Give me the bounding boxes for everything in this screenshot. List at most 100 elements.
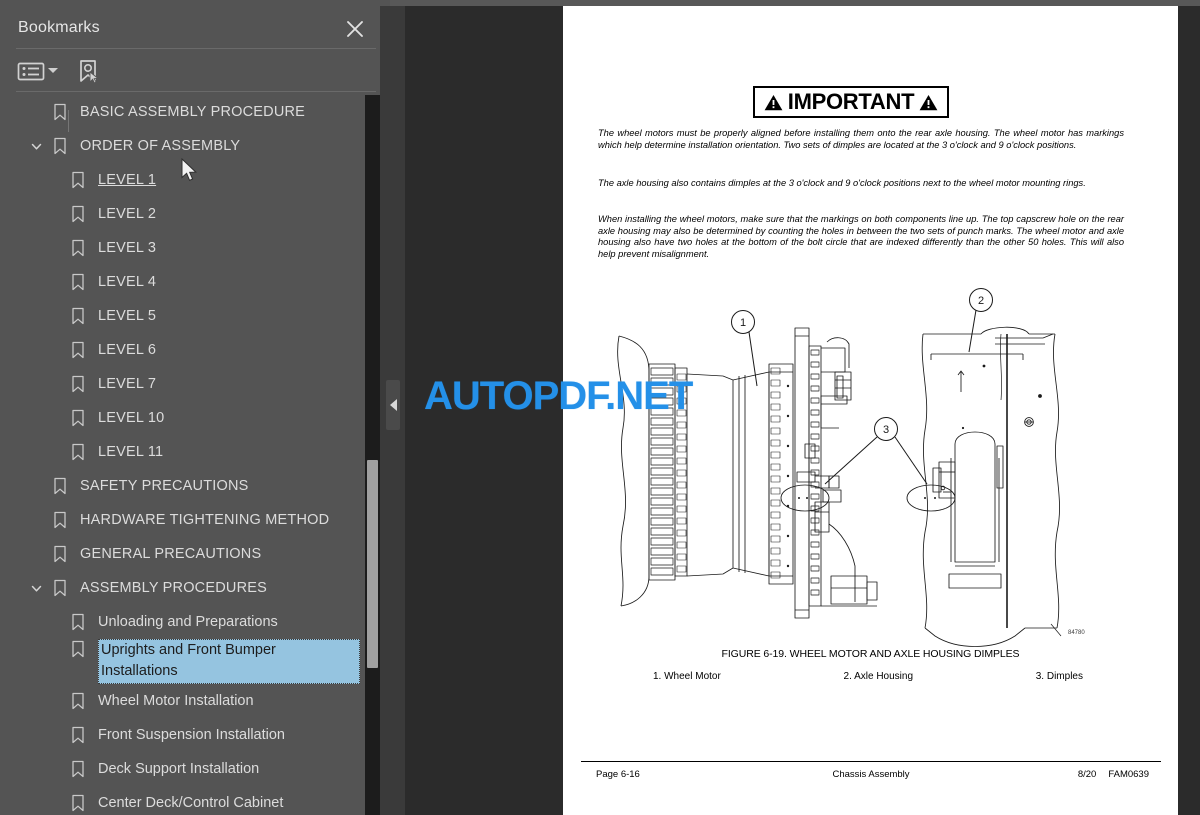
bookmark-label: Unloading and Preparations (98, 613, 278, 630)
bookmark-label: GENERAL PRECAUTIONS (80, 545, 262, 562)
bookmark-icon (72, 239, 84, 257)
bookmark-item[interactable]: SAFETY PRECAUTIONS (0, 469, 365, 503)
bookmark-icon (72, 726, 84, 744)
bookmark-item[interactable]: Unloading and Preparations (0, 605, 365, 639)
drawing-id: 84780 (1068, 630, 1085, 636)
bookmark-item[interactable]: ORDER OF ASSEMBLY (0, 129, 365, 163)
bookmark-item[interactable]: LEVEL 5 (0, 299, 365, 333)
bookmark-icon (72, 375, 84, 393)
bookmark-label: ORDER OF ASSEMBLY (80, 137, 241, 154)
bookmark-label: Deck Support Installation (98, 760, 260, 777)
footer-count: 8/20 (1077, 769, 1097, 780)
bookmark-icon (54, 477, 66, 495)
bookmarks-scrollbar-track[interactable] (365, 95, 380, 815)
bookmark-item[interactable]: LEVEL 1 (0, 163, 365, 197)
bookmark-label: LEVEL 2 (98, 205, 157, 222)
footer-divider (581, 761, 1161, 762)
bookmark-label: Wheel Motor Installation (98, 692, 254, 709)
panel-title: Bookmarks (18, 19, 100, 36)
bookmark-icon (72, 613, 84, 631)
warning-triangle-icon (919, 94, 938, 110)
bookmark-item[interactable]: GENERAL PRECAUTIONS (0, 537, 365, 571)
bookmark-icon (72, 171, 84, 189)
expand-chevron[interactable] (28, 138, 44, 154)
bookmark-item[interactable]: ASSEMBLY PROCEDURES (0, 571, 365, 605)
important-callout-box: IMPORTANT (753, 86, 949, 118)
bookmark-label: LEVEL 11 (98, 443, 164, 460)
bookmark-item[interactable]: Front Suspension Installation (0, 718, 365, 752)
bookmark-icon (54, 545, 66, 563)
bookmark-label: LEVEL 3 (98, 239, 157, 256)
close-icon[interactable] (344, 18, 366, 40)
bookmark-label: LEVEL 6 (98, 341, 157, 358)
svg-text:1: 1 (740, 317, 746, 329)
bookmark-label: Front Suspension Installation (98, 726, 285, 743)
chevron-down-icon[interactable] (30, 140, 43, 153)
bookmark-icon (54, 137, 66, 155)
bookmark-icon (72, 341, 84, 359)
bookmark-item[interactable]: LEVEL 7 (0, 367, 365, 401)
legend-item-1: 1. Wheel Motor (653, 671, 721, 682)
pdf-viewer-window: Bookmarks BASIC ASSEMBLY PROCEDURE ORDER… (0, 0, 1200, 815)
bookmark-label: SAFETY PRECAUTIONS (80, 477, 249, 494)
footer-right: 8/20 FAM0639 (1078, 769, 1149, 780)
body-paragraph-3: When installing the wheel motors, make s… (598, 214, 1124, 259)
bookmarks-scrollbar-thumb[interactable] (367, 460, 378, 668)
bookmark-icon (72, 205, 84, 223)
svg-text:2: 2 (978, 295, 984, 307)
body-paragraph-2: The axle housing also contains dimples a… (598, 178, 1086, 188)
bookmark-icon (72, 794, 84, 812)
bookmark-label: Uprights and Front Bumper Installations (98, 639, 360, 684)
bookmark-item[interactable]: LEVEL 4 (0, 265, 365, 299)
bookmark-label: LEVEL 5 (98, 307, 157, 324)
bookmark-icon (72, 273, 84, 291)
chevron-down-icon[interactable] (30, 582, 43, 595)
legend-item-3: 3. Dimples (1035, 671, 1083, 682)
bookmark-label: LEVEL 1 (98, 171, 157, 188)
footer-section: Chassis Assembly (832, 769, 910, 780)
footer-doc-id: FAM0639 (1108, 769, 1149, 780)
warning-triangle-icon (764, 94, 783, 110)
bookmark-icon (54, 103, 66, 121)
chevron-down-icon[interactable] (48, 68, 58, 73)
bookmark-item[interactable]: LEVEL 6 (0, 333, 365, 367)
bookmark-icon (54, 579, 66, 597)
body-paragraph-1: The wheel motors must be properly aligne… (598, 128, 1124, 150)
expand-chevron[interactable] (28, 580, 44, 596)
bookmark-item[interactable]: HARDWARE TIGHTENING METHOD (0, 503, 365, 537)
important-label: IMPORTANT (787, 89, 915, 114)
legend-item-2: 2. Axle Housing (843, 671, 914, 682)
bookmark-icon (72, 692, 84, 710)
bookmark-item[interactable]: Deck Support Installation (0, 752, 365, 786)
collapse-left-icon[interactable] (386, 380, 400, 430)
bookmark-item[interactable]: Center Deck/Control Cabinet (0, 786, 365, 815)
watermark: AUTOPDF.NET (424, 374, 693, 418)
bookmark-item[interactable]: BASIC ASSEMBLY PROCEDURE (0, 95, 365, 129)
bookmark-label: BASIC ASSEMBLY PROCEDURE (80, 103, 306, 120)
bookmark-item[interactable]: LEVEL 11 (0, 435, 365, 469)
bookmark-item[interactable]: LEVEL 10 (0, 401, 365, 435)
bookmarks-toolbar (0, 52, 390, 132)
header-divider (16, 48, 376, 49)
bookmark-label: ASSEMBLY PROCEDURES (80, 579, 267, 596)
figure-caption: FIGURE 6-19. WHEEL MOTOR AND AXLE HOUSIN… (721, 648, 1020, 660)
bookmark-icon (72, 443, 84, 461)
bookmark-label: LEVEL 10 (98, 409, 165, 426)
toolbar-divider-bottom (16, 91, 376, 92)
bookmark-label: LEVEL 4 (98, 273, 157, 290)
figure-legend: 1. Wheel Motor 2. Axle Housing 3. Dimple… (653, 671, 1083, 682)
bookmark-icon (72, 640, 84, 658)
new-bookmark-icon[interactable] (74, 57, 102, 85)
bookmark-item[interactable]: LEVEL 2 (0, 197, 365, 231)
bookmark-item-selected[interactable]: Uprights and Front Bumper Installations (0, 639, 365, 684)
bookmarks-panel-header: Bookmarks (0, 6, 390, 47)
bookmark-item[interactable]: LEVEL 3 (0, 231, 365, 265)
bookmark-label: HARDWARE TIGHTENING METHOD (80, 511, 330, 528)
collapse-triangle (389, 399, 397, 411)
bookmarks-panel: Bookmarks BASIC ASSEMBLY PROCEDURE ORDER… (0, 0, 390, 815)
bookmark-icon (72, 307, 84, 325)
bookmark-item[interactable]: Wheel Motor Installation (0, 684, 365, 718)
bookmark-icon (72, 760, 84, 778)
technical-drawing: 1 2 3 (583, 276, 1163, 656)
bookmarks-tree[interactable]: BASIC ASSEMBLY PROCEDURE ORDER OF ASSEMBL… (0, 95, 365, 815)
